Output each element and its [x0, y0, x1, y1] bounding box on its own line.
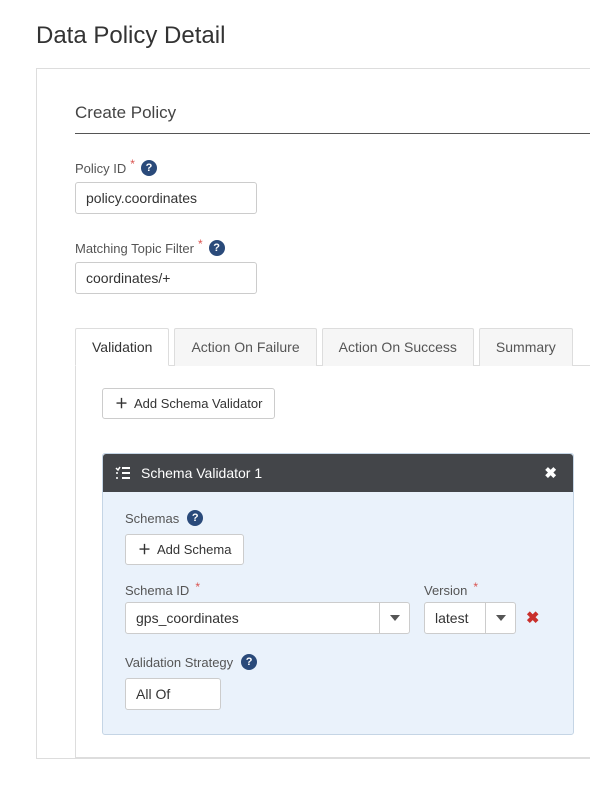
policy-id-group: Policy ID * ? [75, 160, 590, 214]
schema-validator-body: Schemas ? ＋ Add Schema Schema ID * gps_c… [103, 492, 573, 734]
validation-strategy-input[interactable] [125, 678, 221, 710]
help-icon[interactable]: ? [141, 160, 157, 176]
tab-action-on-failure[interactable]: Action On Failure [174, 328, 316, 366]
required-marker: * [195, 580, 200, 594]
add-schema-validator-label: Add Schema Validator [134, 396, 262, 411]
add-schema-button[interactable]: ＋ Add Schema [125, 534, 244, 565]
version-value: latest [425, 610, 485, 626]
tab-summary[interactable]: Summary [479, 328, 573, 366]
policy-card: Create Policy Policy ID * ? Matching Top… [36, 68, 590, 759]
help-icon[interactable]: ? [187, 510, 203, 526]
topic-filter-label: Matching Topic Filter [75, 241, 194, 256]
chevron-down-icon[interactable] [379, 603, 409, 633]
version-select[interactable]: latest [424, 602, 516, 634]
schema-id-select[interactable]: gps_coordinates [125, 602, 410, 634]
topic-filter-group: Matching Topic Filter * ? [75, 240, 590, 294]
schema-validator-title: Schema Validator 1 [141, 465, 540, 481]
version-label: Version [424, 583, 467, 598]
policy-id-input[interactable] [75, 182, 257, 214]
strategy-group: Validation Strategy ? [125, 654, 551, 710]
section-title: Create Policy [75, 103, 590, 134]
close-icon[interactable]: ✖ [540, 464, 561, 482]
required-marker: * [473, 580, 478, 594]
plus-icon: ＋ [138, 543, 151, 556]
checklist-icon [115, 466, 131, 480]
schema-validator-header: Schema Validator 1 ✖ [103, 454, 573, 492]
plus-icon: ＋ [115, 397, 128, 410]
policy-id-label: Policy ID [75, 161, 126, 176]
tabs: Validation Action On Failure Action On S… [75, 328, 590, 366]
chevron-down-icon[interactable] [485, 603, 515, 633]
schema-id-label: Schema ID [125, 583, 189, 598]
version-group: Version * latest [424, 583, 516, 634]
add-schema-label: Add Schema [157, 542, 231, 557]
remove-schema-icon[interactable]: ✖ [526, 608, 539, 634]
schema-id-value: gps_coordinates [126, 610, 379, 626]
help-icon[interactable]: ? [209, 240, 225, 256]
schemas-label: Schemas [125, 511, 179, 526]
topic-filter-input[interactable] [75, 262, 257, 294]
required-marker: * [198, 237, 203, 251]
page-title: Data Policy Detail [36, 22, 590, 50]
validation-strategy-label: Validation Strategy [125, 655, 233, 670]
schema-validator-panel: Schema Validator 1 ✖ Schemas ? ＋ Add Sch… [102, 453, 574, 735]
tab-action-on-success[interactable]: Action On Success [322, 328, 474, 366]
add-schema-validator-button[interactable]: ＋ Add Schema Validator [102, 388, 275, 419]
schema-id-group: Schema ID * gps_coordinates [125, 583, 410, 634]
tab-content-validation: ＋ Add Schema Validator Schema Validator … [75, 365, 590, 758]
help-icon[interactable]: ? [241, 654, 257, 670]
required-marker: * [130, 157, 135, 171]
tab-validation[interactable]: Validation [75, 328, 169, 366]
